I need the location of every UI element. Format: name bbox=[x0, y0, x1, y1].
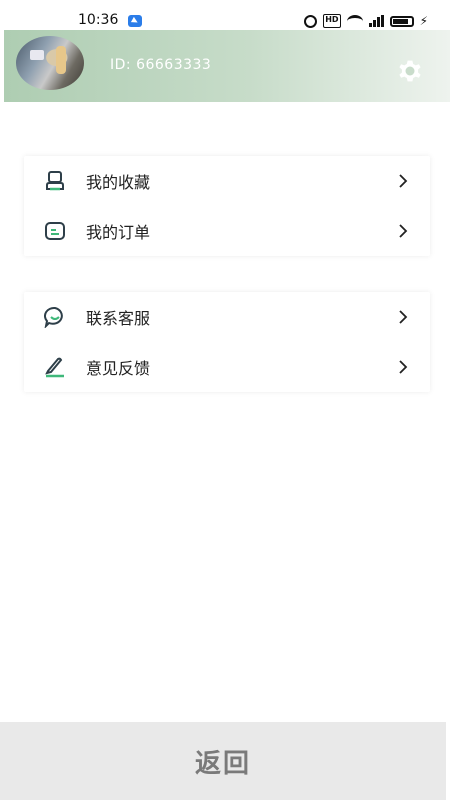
avatar[interactable] bbox=[16, 36, 84, 90]
gear-icon bbox=[399, 60, 421, 82]
hd-icon: HD bbox=[323, 14, 341, 28]
back-button[interactable]: 返回 bbox=[0, 722, 446, 800]
menu-card-primary: 我的收藏 我的订单 bbox=[24, 156, 430, 256]
profile-header: ID: 66663333 bbox=[4, 30, 450, 102]
app-notification-icon bbox=[128, 15, 142, 27]
user-id: ID: 66663333 bbox=[110, 57, 212, 73]
chevron-right-icon bbox=[399, 174, 408, 188]
status-time: 10:36 bbox=[78, 12, 119, 28]
menu-item-label: 我的收藏 bbox=[86, 173, 151, 192]
menu-item-favorites[interactable]: 我的收藏 bbox=[24, 156, 430, 206]
menu-item-feedback[interactable]: 意见反馈 bbox=[24, 342, 430, 392]
charging-icon: ⚡ bbox=[419, 14, 428, 28]
favorites-icon bbox=[46, 171, 64, 191]
menu-item-orders[interactable]: 我的订单 bbox=[24, 206, 430, 256]
menu-card-support: 联系客服 意见反馈 bbox=[24, 292, 430, 392]
status-bar: 10:36 HD ⚡ bbox=[0, 0, 450, 30]
menu-item-label: 我的订单 bbox=[86, 223, 151, 242]
chevron-right-icon bbox=[399, 224, 408, 238]
chevron-right-icon bbox=[399, 310, 408, 324]
menu-item-customer-service[interactable]: 联系客服 bbox=[24, 292, 430, 342]
back-button-label: 返回 bbox=[194, 748, 251, 779]
settings-button[interactable] bbox=[394, 55, 426, 87]
wifi-icon bbox=[346, 14, 363, 28]
5g-signal-icon bbox=[368, 15, 384, 27]
feedback-pen-icon bbox=[45, 357, 64, 378]
chat-icon bbox=[44, 306, 63, 328]
menu-item-label: 意见反馈 bbox=[86, 359, 151, 378]
alarm-icon bbox=[304, 14, 318, 28]
order-icon bbox=[45, 222, 65, 240]
chevron-right-icon bbox=[399, 360, 408, 374]
menu-item-label: 联系客服 bbox=[86, 309, 151, 328]
battery-icon bbox=[389, 15, 414, 27]
status-indicators: HD ⚡ bbox=[304, 14, 428, 28]
